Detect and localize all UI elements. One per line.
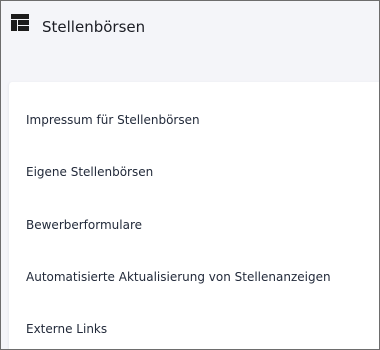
app-window: Stellenbörsen Impressum für Stellenbörse…	[0, 0, 380, 350]
page-header: Stellenbörsen	[1, 1, 379, 57]
dashboard-grid-icon	[11, 14, 29, 31]
menu-item-externe-links[interactable]: Externe Links	[26, 321, 107, 337]
page-title: Stellenbörsen	[42, 18, 146, 36]
stellenboersen-menu: Impressum für Stellenbörsen Eigene Stell…	[8, 82, 379, 349]
menu-item-impressum[interactable]: Impressum für Stellenbörsen	[26, 112, 200, 128]
menu-item-automatisierte-aktualisierung[interactable]: Automatisierte Aktualisierung von Stelle…	[26, 269, 331, 285]
menu-item-bewerberformulare[interactable]: Bewerberformulare	[26, 217, 142, 233]
menu-item-eigene-stellenboersen[interactable]: Eigene Stellenbörsen	[26, 164, 153, 180]
